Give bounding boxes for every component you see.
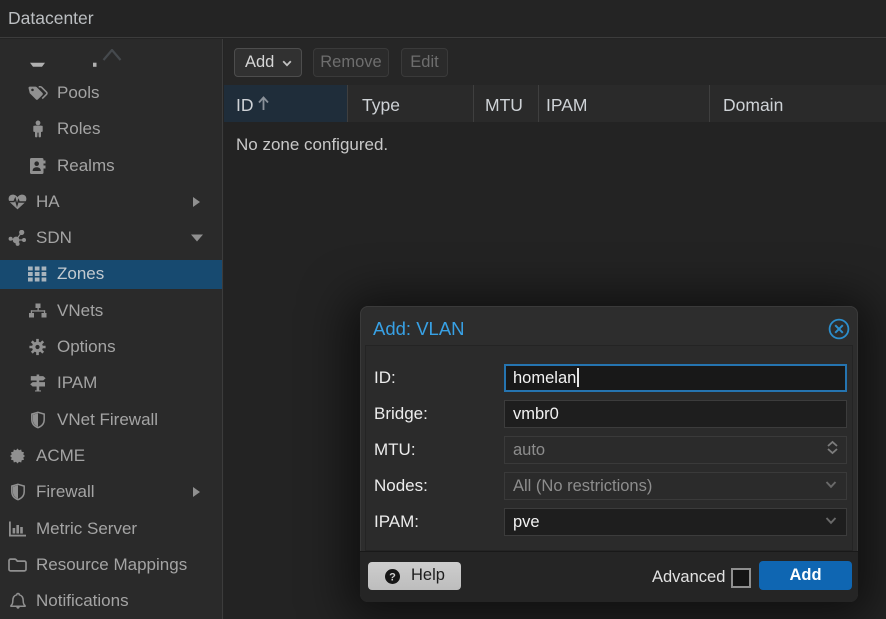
svg-text:?: ? (389, 571, 396, 583)
